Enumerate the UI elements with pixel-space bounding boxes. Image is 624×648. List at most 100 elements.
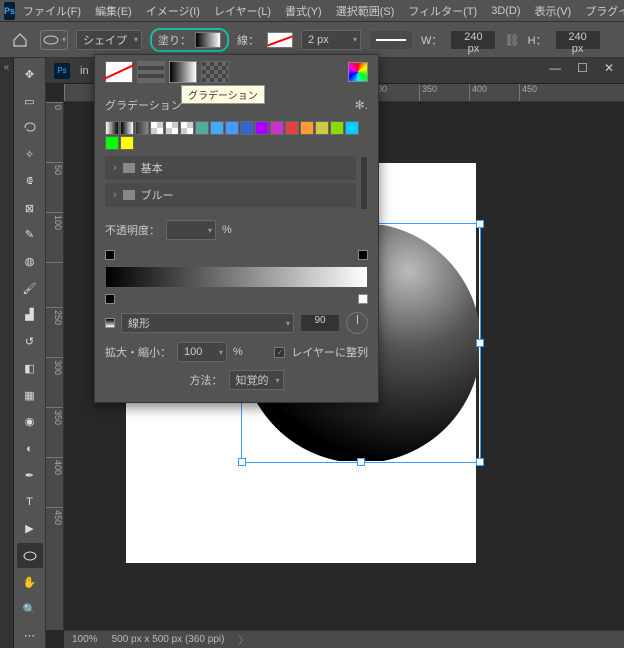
crop-tool[interactable]: ⟃ [17, 169, 43, 194]
stop-color-left[interactable] [105, 294, 115, 304]
folder-basic[interactable]: 基本 [105, 156, 356, 180]
gradient-preset[interactable] [210, 121, 224, 135]
menu-filter[interactable]: フィルター(T) [402, 1, 483, 21]
gradient-preset[interactable] [315, 121, 329, 135]
hand-tool[interactable]: ✋ [17, 570, 43, 595]
menu-edit[interactable]: 編集(E) [89, 1, 138, 21]
gradient-preset[interactable] [120, 136, 134, 150]
shape-tool-icon[interactable]: ▾ [40, 30, 68, 50]
handle-s[interactable] [357, 458, 365, 466]
gradient-bar[interactable] [105, 266, 368, 288]
menu-select[interactable]: 選択範囲(S) [330, 1, 401, 21]
toolbox: ✥ ▭ ✧ ⟃ ⊠ ✎ ◍ 🖌 ▟ ↺ ◧ ▦ ◉ ◐ ✒ T ▶ ✋ 🔍 ⋯ [14, 58, 46, 648]
height-input[interactable]: 240 px [555, 30, 601, 50]
document-tab-name[interactable]: in [80, 65, 89, 77]
menu-type[interactable]: 書式(Y) [279, 1, 328, 21]
gradient-preset[interactable] [270, 121, 284, 135]
type-tool[interactable]: T [17, 490, 43, 515]
stroke-style-select[interactable] [369, 30, 413, 50]
gradient-preset[interactable] [150, 121, 164, 135]
fill-type-none[interactable] [105, 61, 133, 83]
eraser-tool[interactable]: ◧ [17, 356, 43, 381]
menu-plugin[interactable]: プラグイン [579, 1, 624, 21]
gradient-preset[interactable] [120, 121, 134, 135]
gradient-preset[interactable] [330, 121, 344, 135]
fill-type-solid[interactable] [137, 61, 165, 83]
color-picker-icon[interactable] [348, 62, 368, 82]
fill-label: 塗り： [158, 32, 191, 48]
handle-se[interactable] [476, 458, 484, 466]
stop-color-right[interactable] [358, 294, 368, 304]
dodge-tool[interactable]: ◐ [17, 436, 43, 461]
handle-ne[interactable] [476, 220, 484, 228]
stamp-tool[interactable]: ▟ [17, 303, 43, 328]
fill-type-pattern[interactable] [201, 61, 229, 83]
menu-layer[interactable]: レイヤー(L) [208, 1, 277, 21]
stop-opacity-left[interactable] [105, 250, 115, 260]
width-input[interactable]: 240 px [450, 30, 496, 50]
method-select[interactable]: 知覚的 [229, 370, 284, 390]
gradient-preset[interactable] [300, 121, 314, 135]
zoom-tool[interactable]: 🔍 [17, 597, 43, 622]
healing-tool[interactable]: ◍ [17, 249, 43, 274]
more-tools[interactable]: ⋯ [17, 623, 43, 648]
menu-3d[interactable]: 3D(D) [485, 3, 526, 19]
opacity-label: 不透明度： [105, 222, 160, 238]
blur-tool[interactable]: ◉ [17, 410, 43, 435]
menu-image[interactable]: イメージ(I) [140, 1, 206, 21]
menu-bar: Ps ファイル(F) 編集(E) イメージ(I) レイヤー(L) 書式(Y) 選… [0, 0, 624, 22]
gradient-preset[interactable] [225, 121, 239, 135]
zoom-level[interactable]: 100% [72, 634, 98, 645]
maximize-icon[interactable]: ☐ [577, 61, 588, 75]
history-brush-tool[interactable]: ↺ [17, 329, 43, 354]
handle-e[interactable] [476, 339, 484, 347]
magic-wand-tool[interactable]: ✧ [17, 142, 43, 167]
close-icon[interactable]: ✕ [604, 61, 614, 75]
align-layer-checkbox[interactable] [274, 347, 285, 358]
gradient-type-select[interactable]: 線形 [121, 313, 294, 333]
home-icon[interactable] [8, 28, 32, 52]
eyedropper-tool[interactable]: ✎ [17, 222, 43, 247]
panel-collapse-gutter[interactable] [0, 58, 14, 648]
reverse-toggle[interactable] [105, 318, 115, 328]
mode-select[interactable]: シェイプ [76, 30, 142, 50]
pen-tool[interactable]: ✒ [17, 463, 43, 488]
fill-type-gradient[interactable] [169, 61, 197, 83]
height-label: H： [528, 32, 547, 48]
fill-swatch[interactable] [195, 32, 221, 48]
scrollbar[interactable] [360, 156, 368, 210]
gradient-preset[interactable] [195, 121, 209, 135]
opacity-input[interactable] [166, 220, 216, 240]
frame-tool[interactable]: ⊠ [17, 196, 43, 221]
gradient-preset[interactable] [105, 136, 119, 150]
stop-opacity-right[interactable] [358, 250, 368, 260]
menu-view[interactable]: 表示(V) [529, 1, 578, 21]
gradient-preset[interactable] [345, 121, 359, 135]
angle-dial[interactable] [346, 312, 368, 334]
marquee-tool[interactable]: ▭ [17, 89, 43, 114]
stroke-width-input[interactable]: 2 px [301, 30, 361, 50]
menu-file[interactable]: ファイル(F) [17, 1, 87, 21]
gradient-preset[interactable] [165, 121, 179, 135]
gradient-editor[interactable] [105, 266, 368, 288]
gradient-preset[interactable] [135, 121, 149, 135]
gradient-preset[interactable] [180, 121, 194, 135]
path-select-tool[interactable]: ▶ [17, 516, 43, 541]
folder-blue[interactable]: ブルー [105, 183, 356, 207]
gradient-preset[interactable] [240, 121, 254, 135]
gradient-preset[interactable] [105, 121, 119, 135]
handle-sw[interactable] [238, 458, 246, 466]
stroke-swatch[interactable] [267, 32, 293, 48]
link-icon[interactable]: ⛓ [504, 33, 519, 47]
gradient-preset[interactable] [285, 121, 299, 135]
angle-input[interactable]: 90 [300, 314, 340, 332]
lasso-tool[interactable] [17, 115, 43, 140]
ellipse-tool[interactable] [17, 543, 43, 568]
gear-icon[interactable]: ✻. [355, 98, 368, 112]
minimize-icon[interactable]: — [549, 61, 561, 75]
gradient-preset[interactable] [255, 121, 269, 135]
brush-tool[interactable]: 🖌 [17, 276, 43, 301]
gradient-tool[interactable]: ▦ [17, 383, 43, 408]
scale-input[interactable]: 100 [177, 342, 227, 362]
move-tool[interactable]: ✥ [17, 62, 43, 87]
